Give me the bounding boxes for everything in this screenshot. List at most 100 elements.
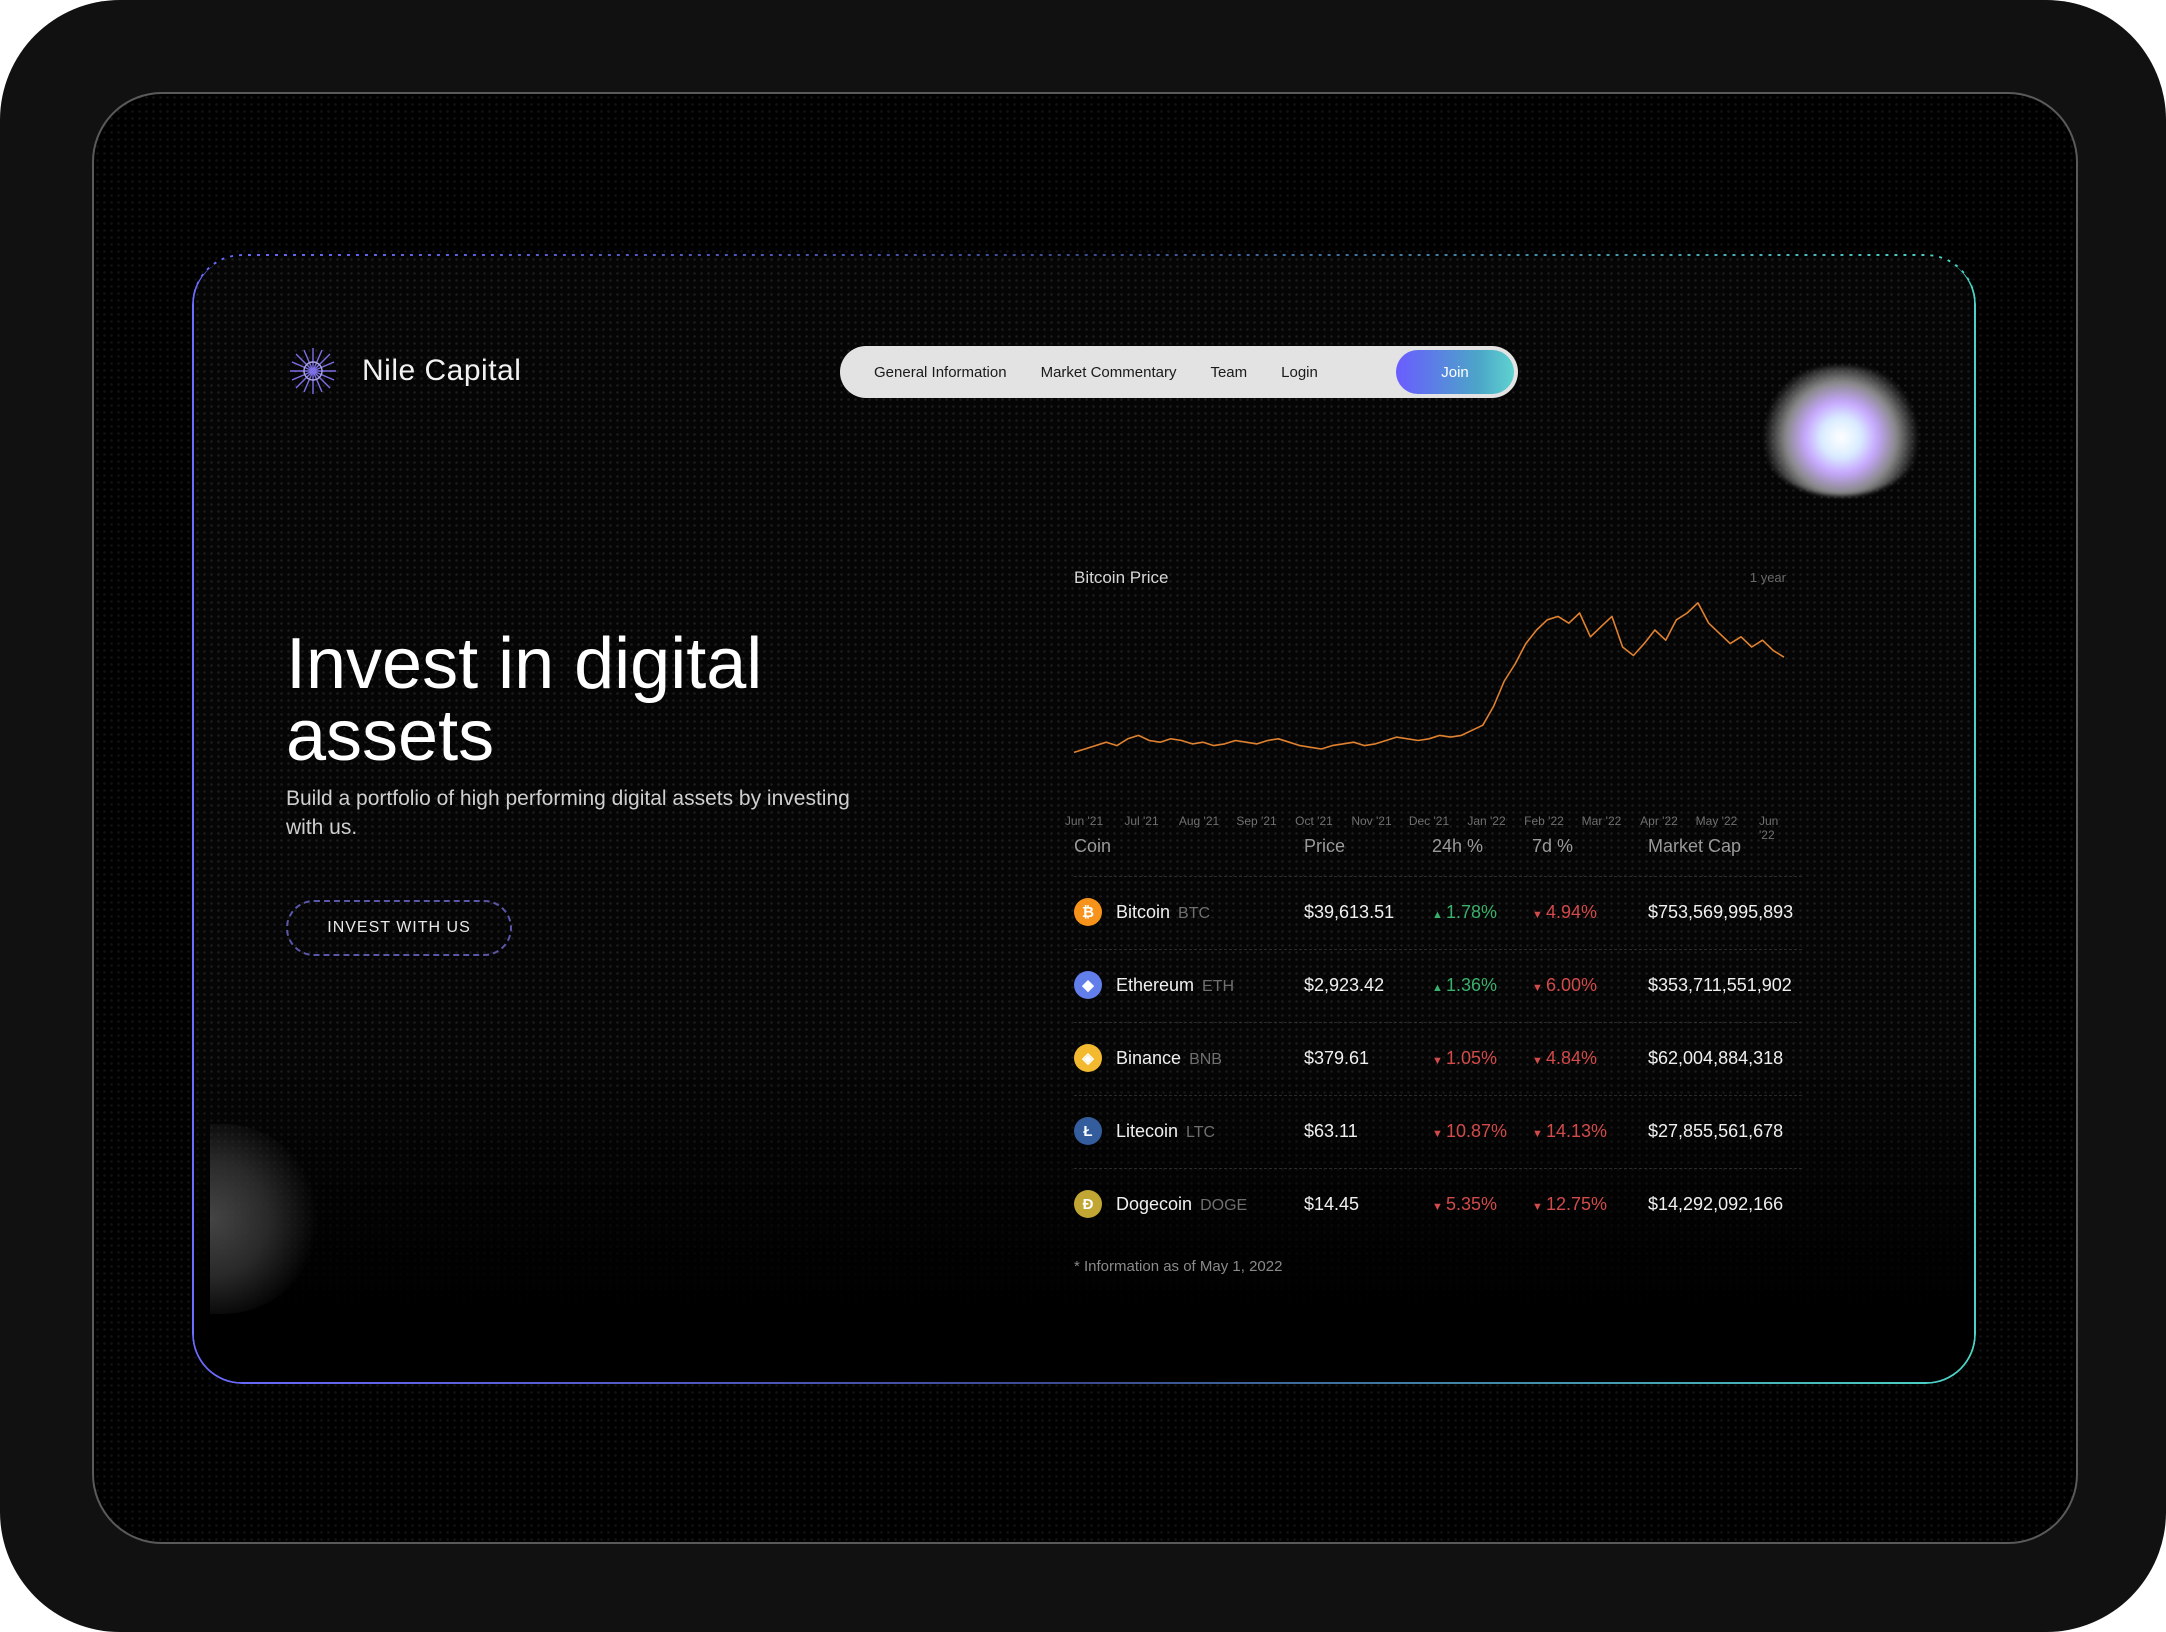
cell-mcap: $62,004,884,318 (1648, 1048, 1784, 1068)
cell-h24: ▼ 5.35% (1432, 1194, 1497, 1215)
arrow-down-icon: ▼ (1532, 1128, 1546, 1140)
footnote: * Information as of May 1, 2022 (1074, 1258, 1283, 1275)
cell-d7: ▼ 4.84% (1532, 1048, 1597, 1069)
percent-value: 4.94% (1545, 902, 1597, 922)
cell-d7: ▼ 12.75% (1532, 1194, 1607, 1215)
x-tick-label: May '22 (1695, 814, 1738, 828)
percent-value: 1.36% (1445, 975, 1497, 995)
x-tick-label: Jul '21 (1124, 814, 1159, 828)
coin-symbol: BTC (1178, 905, 1211, 922)
table-row[interactable]: Ð Dogecoin DOGE $14.45 ▼ 5.35% ▼ 12.75% $14,29… (1074, 1168, 1802, 1240)
cell-price: $2,923.42 (1304, 975, 1385, 995)
percent-value: 4.84% (1545, 1048, 1597, 1068)
coin-name-text: Bitcoin (1116, 902, 1171, 922)
x-tick-label: Dec '21 (1408, 814, 1450, 828)
row-divider (1074, 876, 1802, 877)
arrow-down-icon: ▼ (1432, 1055, 1446, 1067)
x-tick-label: Apr '22 (1640, 814, 1678, 828)
cell-d7: ▼ 14.13% (1532, 1121, 1607, 1142)
hero-title-line1: Invest in digital (286, 624, 763, 704)
hero-title: Invest in digital assets (286, 628, 906, 772)
brand-name: Nile Capital (362, 354, 522, 387)
cell-mcap: $14,292,092,166 (1648, 1194, 1784, 1214)
nav-general-information[interactable]: General Information (874, 364, 1007, 381)
screen: Nile Capital General Information Market … (92, 92, 2078, 1544)
table-row[interactable]: Ł Litecoin LTC $63.11 ▼ 10.87% ▼ 14.13% $27,85… (1074, 1095, 1802, 1167)
col-header-price: Price (1304, 836, 1346, 856)
arrow-down-icon: ▼ (1532, 1055, 1546, 1067)
dogecoin-icon: Ð (1074, 1190, 1102, 1218)
coin-name: Bitcoin BTC (1116, 902, 1210, 923)
arrow-down-icon: ▼ (1432, 1128, 1446, 1140)
arrow-up-icon: ▲ (1432, 982, 1446, 994)
arrow-down-icon: ▼ (1532, 982, 1546, 994)
percent-value: 12.75% (1545, 1194, 1608, 1214)
percent-value: 14.13% (1545, 1121, 1608, 1141)
coin-name: Binance BNB (1116, 1048, 1222, 1069)
percent-value: 1.78% (1445, 902, 1497, 922)
coin-name: Ethereum ETH (1116, 975, 1234, 996)
coin-name: Litecoin LTC (1116, 1121, 1215, 1142)
cell-price: $39,613.51 (1304, 902, 1395, 922)
nav-market-commentary[interactable]: Market Commentary (1041, 364, 1177, 381)
table-row[interactable]: ◈ Binance BNB $379.61 ▼ 1.05% ▼ 4.84% $62,004,… (1074, 1022, 1802, 1094)
x-tick-label: Sep '21 (1236, 814, 1277, 828)
coin-name: Dogecoin DOGE (1116, 1194, 1247, 1215)
x-tick-label: Jan '22 (1467, 814, 1506, 828)
nav-team[interactable]: Team (1210, 364, 1247, 381)
coin-name-text: Litecoin (1116, 1121, 1179, 1141)
coin-symbol: ETH (1202, 978, 1235, 995)
percent-value: 5.35% (1445, 1194, 1497, 1214)
cell-h24: ▲ 1.78% (1432, 902, 1497, 923)
chart-title: Bitcoin Price (1074, 568, 1169, 587)
col-header-market-cap: Market Cap (1648, 836, 1742, 856)
brand-logo[interactable]: Nile Capital (286, 344, 521, 398)
chart-plot (1073, 602, 1785, 754)
x-tick-label: Jun '21 (1064, 814, 1104, 828)
litecoin-icon: Ł (1074, 1117, 1102, 1145)
x-tick-label: Aug '21 (1178, 814, 1220, 828)
x-tick-label: Oct '21 (1295, 814, 1333, 828)
chart-range[interactable]: 1 year (1750, 570, 1786, 585)
percent-value: 10.87% (1445, 1121, 1508, 1141)
cell-h24: ▼ 10.87% (1432, 1121, 1507, 1142)
row-divider (1074, 1095, 1802, 1096)
cell-d7: ▼ 6.00% (1532, 975, 1597, 996)
table-row[interactable]: ₿ Bitcoin BTC $39,613.51 ▲ 1.78% ▼ 4.94% $753,… (1074, 876, 1802, 948)
cell-price: $379.61 (1304, 1048, 1370, 1068)
coin-name-text: Ethereum (1116, 975, 1195, 995)
iridescent-blob-graphic (1756, 366, 1926, 496)
coin-symbol: LTC (1186, 1124, 1216, 1141)
arrow-down-icon: ▼ (1532, 909, 1546, 921)
percent-value: 1.05% (1445, 1048, 1497, 1068)
cell-price: $14.45 (1304, 1194, 1360, 1214)
row-divider (1074, 1022, 1802, 1023)
join-button[interactable]: Join (1396, 350, 1514, 394)
cell-mcap: $27,855,561,678 (1648, 1121, 1784, 1141)
cell-h24: ▲ 1.36% (1432, 975, 1497, 996)
bitcoin-icon: ₿ (1074, 898, 1102, 926)
tablet-frame: Nile Capital General Information Market … (0, 0, 2166, 1632)
binance-icon: ◈ (1074, 1044, 1102, 1072)
cell-price: $63.11 (1304, 1121, 1358, 1141)
cell-d7: ▼ 4.94% (1532, 902, 1597, 923)
nav-login[interactable]: Login (1281, 364, 1318, 381)
arrow-up-icon: ▲ (1432, 909, 1446, 921)
ethereum-icon: ◆ (1074, 971, 1102, 999)
starburst-logo-icon (290, 348, 336, 394)
x-tick-label: Jun '22 (1759, 814, 1779, 842)
cell-mcap: $753,569,995,893 (1648, 902, 1794, 922)
main-nav: General Information Market Commentary Te… (840, 346, 1518, 398)
bitcoin-price-line (1073, 602, 1785, 754)
invest-with-us-button[interactable]: INVEST WITH US (286, 900, 512, 956)
row-divider (1074, 1168, 1802, 1169)
hero-title-line2: assets (286, 696, 495, 776)
col-header-7d: 7d % (1532, 836, 1574, 856)
percent-value: 6.00% (1545, 975, 1597, 995)
coin-name-text: Dogecoin (1116, 1194, 1193, 1214)
table-row[interactable]: ◆ Ethereum ETH $2,923.42 ▲ 1.36% ▼ 6.00% $353,… (1074, 949, 1802, 1021)
x-tick-label: Mar '22 (1581, 814, 1622, 828)
cell-h24: ▼ 1.05% (1432, 1048, 1497, 1069)
coin-symbol: DOGE (1200, 1197, 1248, 1214)
col-header-coin: Coin (1074, 836, 1112, 856)
